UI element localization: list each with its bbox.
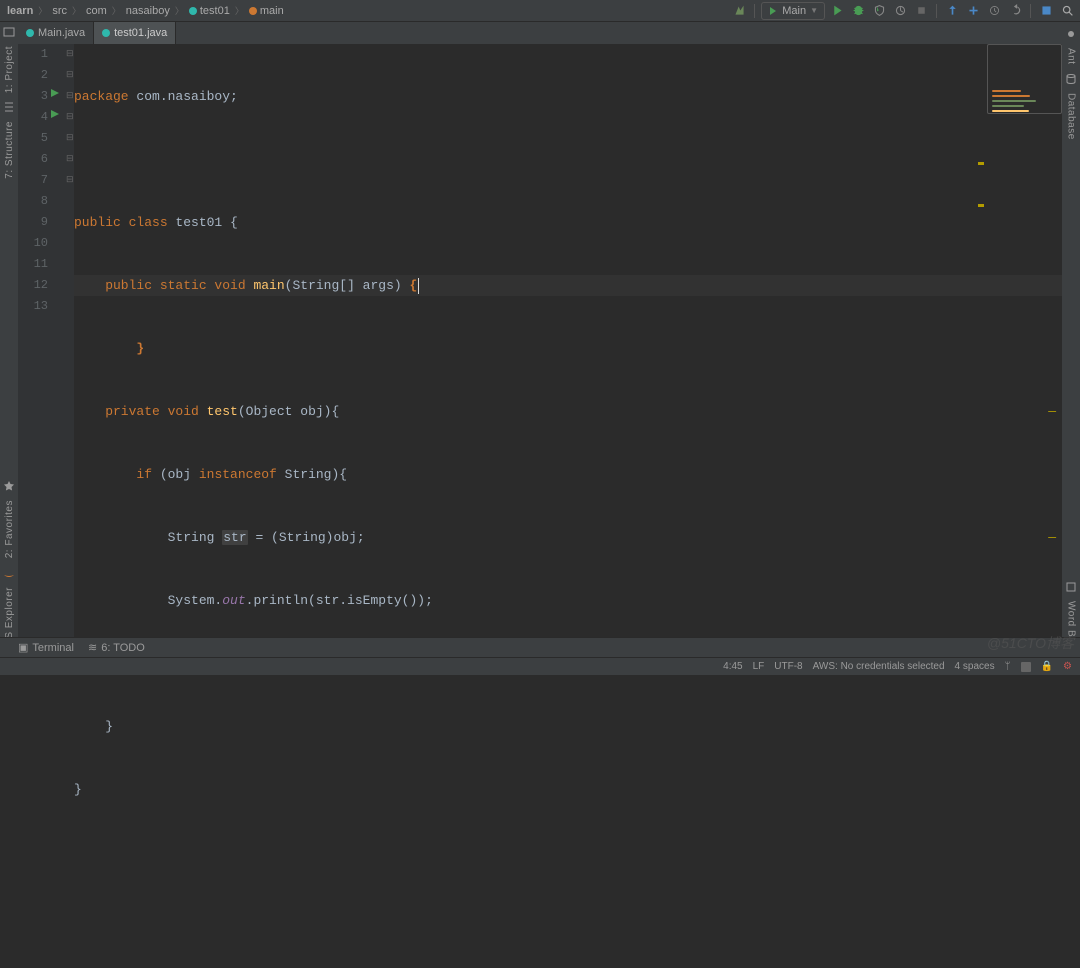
crumb-package[interactable]: nasaiboy <box>123 5 173 17</box>
stop-icon[interactable] <box>912 2 930 20</box>
vcs-update-icon[interactable] <box>943 2 961 20</box>
caret <box>418 278 419 294</box>
structure-icon <box>3 101 15 113</box>
status-eol[interactable]: LF <box>753 661 765 672</box>
line-numbers: 12345678910111213 <box>18 44 48 317</box>
tool-project[interactable]: 1: Project <box>4 46 15 93</box>
profile-icon[interactable] <box>891 2 909 20</box>
crumb-method[interactable]: main <box>246 5 287 17</box>
avatar-icon[interactable] <box>1037 2 1055 20</box>
star-icon <box>3 480 15 492</box>
book-icon <box>1065 581 1077 593</box>
debug-icon[interactable] <box>849 2 867 20</box>
crumb-com[interactable]: com <box>83 5 110 17</box>
crumb-class[interactable]: test01 <box>186 5 233 17</box>
tool-ant[interactable]: Ant <box>1066 48 1077 65</box>
coverage-icon[interactable] <box>870 2 888 20</box>
tool-favorites[interactable]: 2: Favorites <box>4 500 15 558</box>
navigation-bar: learn〉 src〉 com〉 nasaiboy〉 test01〉 main … <box>0 0 1080 22</box>
fold-markers[interactable]: ⊟⊟⊟⊟⊟⊟⊟ <box>66 44 74 191</box>
tool-database[interactable]: Database <box>1066 93 1077 140</box>
status-aws[interactable]: AWS: No credentials selected <box>813 661 945 672</box>
status-bar: 4:45 LF UTF-8 AWS: No credentials select… <box>0 657 1080 675</box>
status-caret-pos[interactable]: 4:45 <box>723 661 742 672</box>
warning-dash-icon[interactable]: — <box>1048 401 1056 422</box>
watermark-text: @51CTO博客 <box>987 633 1074 653</box>
main-toolbar: Main ▼ <box>730 2 1076 20</box>
terminal-icon: ▣ <box>18 641 28 654</box>
ant-icon <box>1065 28 1077 40</box>
build-icon[interactable] <box>730 2 748 20</box>
status-encoding[interactable]: UTF-8 <box>774 661 802 672</box>
search-everywhere-icon[interactable] <box>1058 2 1076 20</box>
project-icon <box>3 26 15 38</box>
editor-tabs: Main.java test01.java <box>0 22 1080 44</box>
tool-structure[interactable]: 7: Structure <box>4 121 15 179</box>
vcs-commit-icon[interactable] <box>964 2 982 20</box>
status-indent[interactable]: 4 spaces <box>955 661 995 672</box>
code-area[interactable]: package com.nasaiboy; public class test0… <box>74 44 1062 637</box>
bottom-tool-bar: ▣Terminal ≋6: TODO <box>0 637 1080 657</box>
tool-terminal[interactable]: ▣Terminal <box>18 641 74 654</box>
git-branch-icon[interactable]: ᛘ <box>1005 661 1011 672</box>
crumb-learn[interactable]: learn <box>4 5 36 17</box>
toolbar-separator <box>936 4 937 18</box>
settings-gear-icon[interactable]: ⚙ <box>1063 661 1072 672</box>
run-configuration-dropdown[interactable]: Main ▼ <box>761 2 825 20</box>
vcs-history-icon[interactable] <box>985 2 1003 20</box>
code-editor[interactable]: 12345678910111213 ⊟⊟⊟⊟⊟⊟⊟ package com.na… <box>18 44 1062 637</box>
toolbar-separator <box>754 4 755 18</box>
tab-test01-java[interactable]: test01.java <box>94 22 176 44</box>
todo-icon: ≋ <box>88 641 97 654</box>
vcs-rollback-icon[interactable] <box>1006 2 1024 20</box>
status-widget-icon[interactable] <box>1021 662 1031 672</box>
warning-dash-icon[interactable]: — <box>1048 527 1056 548</box>
breadcrumb: learn〉 src〉 com〉 nasaiboy〉 test01〉 main <box>4 4 287 17</box>
toolbar-separator <box>1030 4 1031 18</box>
crumb-src[interactable]: src <box>49 5 70 17</box>
tool-todo[interactable]: ≋6: TODO <box>88 641 145 654</box>
database-icon <box>1065 73 1077 85</box>
left-tool-strip: 1: Project 7: Structure 2: Favorites AWS… <box>0 22 18 655</box>
aws-icon <box>3 567 15 579</box>
tab-main-java[interactable]: Main.java <box>18 22 94 44</box>
run-config-label: Main <box>782 5 806 17</box>
error-stripe[interactable] <box>976 44 984 128</box>
lock-icon[interactable]: 🔒 <box>1041 661 1053 672</box>
run-icon[interactable] <box>828 2 846 20</box>
right-tool-strip: Ant Database Word Book <box>1062 22 1080 655</box>
